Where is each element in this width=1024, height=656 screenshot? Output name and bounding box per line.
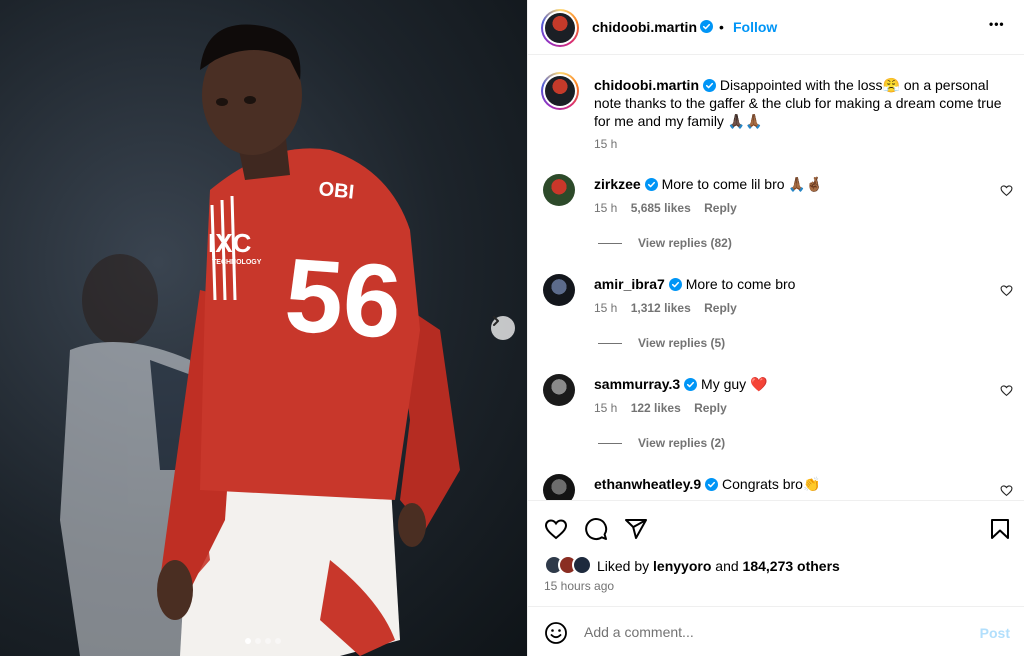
post-actions: Liked by lenyyoro and 184,273 others 15 … bbox=[528, 500, 1024, 606]
separator-dot: • bbox=[719, 19, 724, 35]
save-button[interactable] bbox=[986, 515, 1014, 543]
add-comment-bar: Post bbox=[528, 606, 1024, 656]
comment-input[interactable] bbox=[584, 622, 964, 642]
post-comment-button[interactable]: Post bbox=[980, 625, 1010, 641]
comment-username[interactable]: amir_ibra7 bbox=[594, 276, 665, 292]
like-comment-heart-icon[interactable] bbox=[1000, 284, 1013, 297]
verified-badge-icon bbox=[700, 20, 713, 33]
post-details-panel: chidoobi.martin • Follow ••• chidoobi.ma… bbox=[527, 0, 1024, 656]
heart-icon bbox=[544, 519, 568, 540]
comment-text: My guy ❤️ bbox=[701, 376, 768, 392]
verified-badge-icon bbox=[644, 178, 658, 191]
jersey-sponsor: IXC bbox=[208, 228, 252, 258]
replies-divider bbox=[598, 242, 622, 244]
comment-username[interactable]: sammurray.3 bbox=[594, 376, 680, 392]
follow-button[interactable]: Follow bbox=[733, 19, 777, 35]
like-comment-heart-icon[interactable] bbox=[1000, 184, 1013, 197]
caption-avatar[interactable] bbox=[541, 72, 579, 110]
comment-body: ethanwheatley.9 Congrats bro👏 bbox=[594, 475, 974, 493]
comment-time: 15 h bbox=[594, 401, 618, 415]
liked-by-others[interactable]: 184,273 others bbox=[743, 558, 840, 574]
comment-likes[interactable]: 5,685 likes bbox=[631, 201, 691, 215]
comment-avatar[interactable] bbox=[543, 274, 575, 306]
like-comment-heart-icon[interactable] bbox=[1000, 384, 1013, 397]
view-replies-button[interactable]: View replies (82) bbox=[598, 236, 732, 250]
view-replies-button[interactable]: View replies (5) bbox=[598, 336, 725, 350]
view-replies-label: View replies (5) bbox=[638, 336, 726, 350]
comment-likes[interactable]: 122 likes bbox=[631, 401, 681, 415]
comment-text: Congrats bro👏 bbox=[722, 476, 821, 492]
view-replies-label: View replies (82) bbox=[638, 236, 732, 250]
reply-button[interactable]: Reply bbox=[704, 201, 737, 215]
jersey-name: OBI bbox=[317, 178, 355, 204]
liked-by-text: Liked by lenyyoro and 184,273 others bbox=[597, 558, 840, 574]
liked-by-avatars[interactable] bbox=[544, 555, 598, 575]
replies-divider bbox=[598, 442, 622, 444]
comment-likes[interactable]: 1,312 likes bbox=[631, 301, 691, 315]
liked-by-joiner: and bbox=[715, 558, 739, 574]
post-header: chidoobi.martin • Follow ••• bbox=[528, 0, 1024, 55]
comment-text: More to come bro bbox=[685, 276, 796, 292]
post-image[interactable]: OBI 56 IXC TECHNOLOGY bbox=[0, 0, 527, 656]
comment-avatar[interactable] bbox=[543, 174, 575, 206]
comment-time: 15 h bbox=[594, 301, 618, 315]
carousel-dot bbox=[245, 638, 251, 644]
share-button[interactable] bbox=[622, 515, 650, 543]
comment-meta: 15 h 122 likes Reply bbox=[594, 401, 727, 415]
comment-avatar[interactable] bbox=[543, 474, 575, 500]
carousel-dot bbox=[265, 638, 271, 644]
comment-icon bbox=[585, 518, 608, 541]
next-image-button[interactable] bbox=[491, 316, 515, 340]
carousel-dot bbox=[255, 638, 261, 644]
caption-body: chidoobi.martin Disappointed with the lo… bbox=[594, 76, 1009, 130]
comment-avatar[interactable] bbox=[543, 374, 575, 406]
jersey-number: 56 bbox=[281, 237, 404, 361]
author-username[interactable]: chidoobi.martin bbox=[592, 19, 697, 35]
comment-meta: 15 h 5,685 likes Reply bbox=[594, 201, 737, 215]
comment-button[interactable] bbox=[582, 515, 610, 543]
bookmark-icon bbox=[991, 519, 1009, 539]
comment-meta: 15 h 1,312 likes Reply bbox=[594, 301, 737, 315]
comments-list[interactable]: chidoobi.martin Disappointed with the lo… bbox=[528, 56, 1024, 500]
player-photo: OBI 56 IXC TECHNOLOGY bbox=[60, 24, 460, 656]
view-replies-label: View replies (2) bbox=[638, 436, 726, 450]
jersey-sponsor-sub: TECHNOLOGY bbox=[212, 259, 262, 266]
comment-text: More to come lil bro 🙏🏾🤞🏾 bbox=[661, 176, 824, 192]
reply-button[interactable]: Reply bbox=[704, 301, 737, 315]
liked-by-user[interactable]: lenyyoro bbox=[653, 558, 711, 574]
like-comment-heart-icon[interactable] bbox=[1000, 484, 1013, 497]
comment-username[interactable]: ethanwheatley.9 bbox=[594, 476, 701, 492]
verified-badge-icon bbox=[705, 478, 719, 491]
verified-badge-icon bbox=[668, 278, 682, 291]
comment-body: zirkzee More to come lil bro 🙏🏾🤞🏾 bbox=[594, 175, 974, 193]
liked-by-prefix: Liked by bbox=[597, 558, 650, 574]
emoji-icon[interactable] bbox=[544, 621, 568, 645]
comment-body: amir_ibra7 More to come bro bbox=[594, 275, 974, 293]
post-timestamp[interactable]: 15 hours ago bbox=[544, 579, 614, 593]
carousel-dots bbox=[245, 638, 281, 644]
replies-divider bbox=[598, 342, 622, 344]
more-options-icon[interactable]: ••• bbox=[989, 17, 1005, 31]
view-replies-button[interactable]: View replies (2) bbox=[598, 436, 725, 450]
share-icon bbox=[625, 519, 647, 539]
liker-avatar bbox=[572, 555, 592, 575]
comment-body: sammurray.3 My guy ❤️ bbox=[594, 375, 974, 393]
caption-username[interactable]: chidoobi.martin bbox=[594, 77, 699, 93]
verified-badge-icon bbox=[684, 378, 698, 391]
author-avatar[interactable] bbox=[541, 9, 579, 47]
chevron-right-icon bbox=[493, 316, 499, 326]
like-button[interactable] bbox=[542, 515, 570, 543]
carousel-dot bbox=[275, 638, 281, 644]
reply-button[interactable]: Reply bbox=[694, 401, 727, 415]
comment-time: 15 h bbox=[594, 201, 618, 215]
caption-time: 15 h bbox=[594, 137, 618, 151]
comment-username[interactable]: zirkzee bbox=[594, 176, 641, 192]
verified-badge-icon bbox=[703, 79, 716, 92]
